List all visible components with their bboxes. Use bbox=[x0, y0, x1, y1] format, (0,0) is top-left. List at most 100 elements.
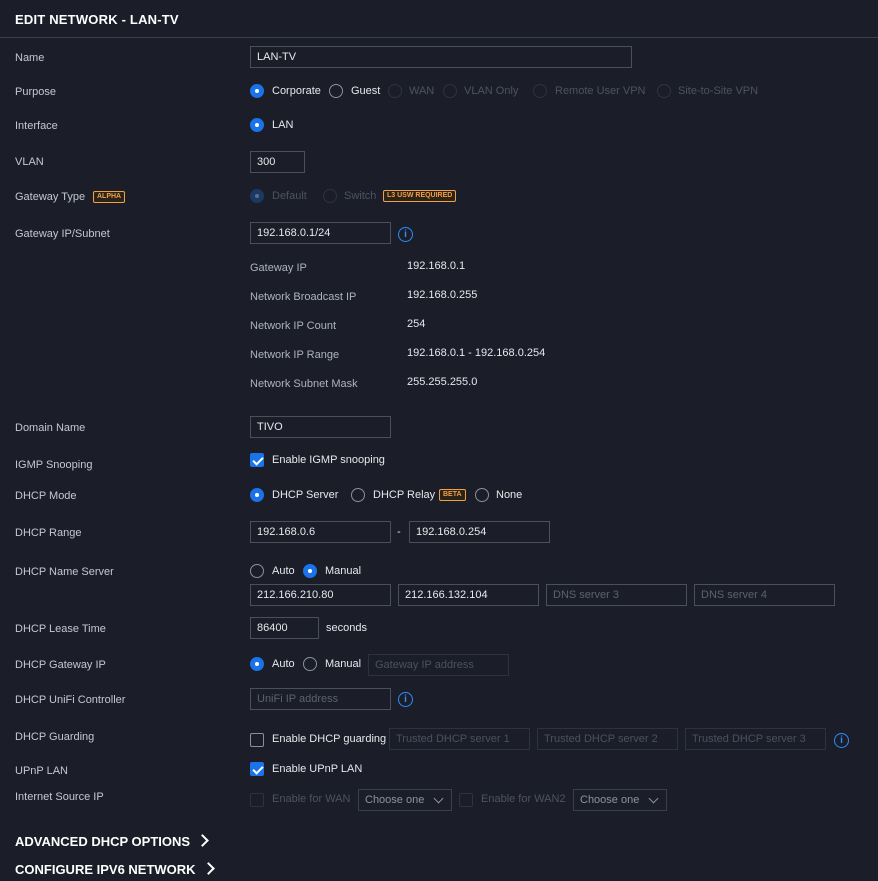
wan-select-value: Choose one bbox=[365, 794, 425, 806]
domain-name-label: Domain Name bbox=[15, 422, 86, 434]
purpose-remote-vpn-radio bbox=[533, 84, 547, 98]
dns-server-3-input[interactable]: DNS server 3 bbox=[546, 584, 687, 606]
purpose-site-vpn-label: Site-to-Site VPN bbox=[678, 85, 759, 97]
dhcp-relay-radio[interactable] bbox=[351, 488, 365, 502]
chevron-right-icon bbox=[196, 834, 209, 847]
l3-usw-required-badge: L3 USW REQUIRED bbox=[383, 190, 457, 202]
gateway-switch-label: Switch bbox=[344, 190, 377, 202]
purpose-wan-label: WAN bbox=[409, 85, 435, 97]
dhcp-gateway-ip-label: DHCP Gateway IP bbox=[15, 659, 106, 671]
info-icon[interactable]: i bbox=[834, 733, 849, 748]
gateway-ip-info-value: 192.168.0.1 bbox=[407, 260, 466, 272]
beta-badge: BETA bbox=[439, 489, 466, 501]
wan-select[interactable]: Choose one bbox=[358, 789, 452, 811]
trusted-dhcp-3-input: Trusted DHCP server 3 bbox=[685, 728, 826, 750]
name-server-manual-radio[interactable] bbox=[303, 564, 317, 578]
info-icon[interactable]: i bbox=[398, 692, 413, 707]
dhcp-name-server-label: DHCP Name Server bbox=[15, 566, 114, 578]
configure-ipv6-label: CONFIGURE IPV6 NETWORK bbox=[15, 862, 196, 877]
name-server-auto-label: Auto bbox=[272, 565, 295, 577]
configure-ipv6-link[interactable]: CONFIGURE IPV6 NETWORK bbox=[15, 862, 215, 877]
purpose-corporate-label: Corporate bbox=[272, 85, 321, 97]
gateway-switch-radio bbox=[323, 189, 337, 203]
gateway-ip-info-label: Gateway IP bbox=[250, 262, 307, 274]
name-label: Name bbox=[15, 52, 45, 64]
wan2-checkbox-label: Enable for WAN2 bbox=[481, 793, 566, 805]
purpose-label: Purpose bbox=[15, 86, 56, 98]
vlan-input[interactable]: 300 bbox=[250, 151, 305, 173]
dhcp-range-end-input[interactable]: 192.168.0.254 bbox=[409, 521, 550, 543]
broadcast-ip-value: 192.168.0.255 bbox=[407, 289, 478, 301]
purpose-vlan-only-label: VLAN Only bbox=[464, 85, 519, 97]
advanced-dhcp-options-link[interactable]: ADVANCED DHCP OPTIONS bbox=[15, 834, 209, 849]
purpose-site-vpn-radio bbox=[657, 84, 671, 98]
subnet-mask-label: Network Subnet Mask bbox=[250, 378, 358, 390]
gateway-ip-subnet-label: Gateway IP/Subnet bbox=[15, 228, 110, 240]
dhcp-range-start-input[interactable]: 192.168.0.6 bbox=[250, 521, 391, 543]
ip-count-value: 254 bbox=[407, 318, 426, 330]
chevron-right-icon bbox=[201, 862, 215, 875]
purpose-guest-radio[interactable] bbox=[329, 84, 343, 98]
dhcp-server-label: DHCP Server bbox=[272, 489, 339, 501]
dhcp-relay-label: DHCP Relay bbox=[373, 489, 436, 501]
dhcp-guarding-checkbox[interactable] bbox=[250, 733, 264, 747]
advanced-dhcp-options-label: ADVANCED DHCP OPTIONS bbox=[15, 834, 191, 849]
gateway-default-label: Default bbox=[272, 190, 307, 202]
purpose-vlan-only-radio bbox=[443, 84, 457, 98]
upnp-checkbox-label: Enable UPnP LAN bbox=[272, 763, 363, 775]
name-server-manual-label: Manual bbox=[325, 565, 362, 577]
upnp-checkbox[interactable] bbox=[250, 762, 264, 776]
dhcp-none-radio[interactable] bbox=[475, 488, 489, 502]
unifi-ip-input[interactable]: UniFi IP address bbox=[250, 688, 391, 710]
trusted-dhcp-2-input: Trusted DHCP server 2 bbox=[537, 728, 678, 750]
dhcp-gateway-manual-radio[interactable] bbox=[303, 657, 317, 671]
dhcp-lease-time-label: DHCP Lease Time bbox=[15, 623, 106, 635]
name-server-auto-radio[interactable] bbox=[250, 564, 264, 578]
dhcp-unifi-controller-label: DHCP UniFi Controller bbox=[15, 694, 126, 706]
broadcast-ip-label: Network Broadcast IP bbox=[250, 291, 357, 303]
lease-time-input[interactable]: 86400 bbox=[250, 617, 319, 639]
lease-time-unit: seconds bbox=[326, 622, 367, 634]
gateway-type-label: Gateway Type bbox=[15, 191, 86, 203]
dns-server-4-input[interactable]: DNS server 4 bbox=[694, 584, 835, 606]
wan-checkbox-label: Enable for WAN bbox=[272, 793, 351, 805]
igmp-checkbox-label: Enable IGMP snooping bbox=[272, 454, 385, 466]
domain-name-input[interactable]: TIVO bbox=[250, 416, 391, 438]
internet-source-ip-label: Internet Source IP bbox=[15, 791, 104, 803]
chevron-down-icon bbox=[433, 793, 444, 804]
title-divider bbox=[0, 37, 878, 38]
igmp-checkbox[interactable] bbox=[250, 453, 264, 467]
wan-checkbox bbox=[250, 793, 264, 807]
dns-server-1-input[interactable]: 212.166.210.80 bbox=[250, 584, 391, 606]
igmp-label: IGMP Snooping bbox=[15, 459, 93, 471]
gateway-default-radio bbox=[250, 189, 264, 203]
ip-count-label: Network IP Count bbox=[250, 320, 337, 332]
wan2-checkbox bbox=[459, 793, 473, 807]
purpose-corporate-radio[interactable] bbox=[250, 84, 264, 98]
trusted-dhcp-1-input: Trusted DHCP server 1 bbox=[389, 728, 530, 750]
wan2-select[interactable]: Choose one bbox=[573, 789, 667, 811]
dhcp-range-label: DHCP Range bbox=[15, 527, 82, 539]
dhcp-gateway-auto-radio[interactable] bbox=[250, 657, 264, 671]
interface-lan-label: LAN bbox=[272, 119, 294, 131]
vlan-label: VLAN bbox=[15, 156, 44, 168]
interface-lan-radio[interactable] bbox=[250, 118, 264, 132]
gateway-ip-subnet-input[interactable]: 192.168.0.1/24 bbox=[250, 222, 391, 244]
dhcp-server-radio[interactable] bbox=[250, 488, 264, 502]
dhcp-guarding-checkbox-label: Enable DHCP guarding bbox=[272, 733, 387, 745]
dhcp-guarding-label: DHCP Guarding bbox=[15, 731, 95, 743]
name-input[interactable]: LAN-TV bbox=[250, 46, 632, 68]
subnet-mask-value: 255.255.255.0 bbox=[407, 376, 478, 388]
dhcp-none-label: None bbox=[496, 489, 523, 501]
interface-label: Interface bbox=[15, 120, 58, 132]
purpose-wan-radio bbox=[388, 84, 402, 98]
upnp-lan-label: UPnP LAN bbox=[15, 765, 68, 777]
purpose-remote-vpn-label: Remote User VPN bbox=[555, 85, 646, 97]
chevron-down-icon bbox=[648, 793, 659, 804]
purpose-guest-label: Guest bbox=[351, 85, 381, 97]
ip-range-label: Network IP Range bbox=[250, 349, 340, 361]
dns-server-2-input[interactable]: 212.166.132.104 bbox=[398, 584, 539, 606]
info-icon[interactable]: i bbox=[398, 227, 413, 242]
dhcp-gateway-ip-input: Gateway IP address bbox=[368, 654, 509, 676]
page-title: EDIT NETWORK - LAN-TV bbox=[15, 12, 179, 27]
